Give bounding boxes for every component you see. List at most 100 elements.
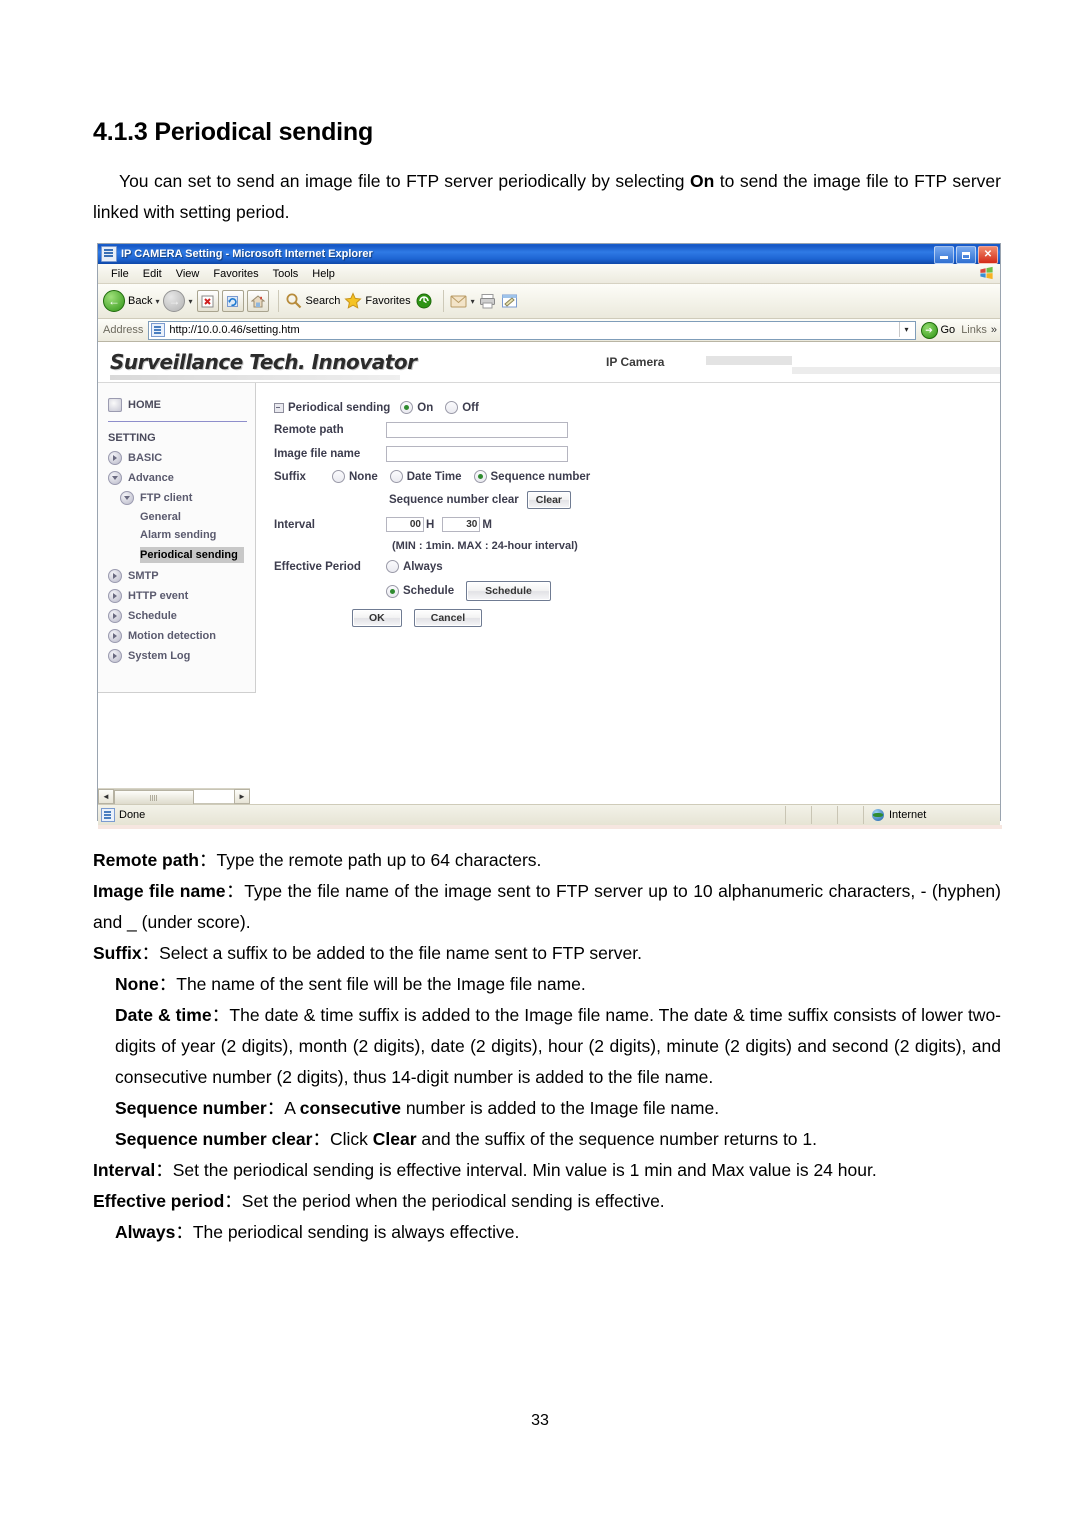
def-text-date-time: The date & time suffix is added to the I… [115, 1005, 1002, 1087]
effective-always-radio[interactable] [386, 560, 399, 573]
minimize-button[interactable] [934, 246, 954, 264]
menu-view[interactable]: View [169, 268, 207, 280]
favorites-button[interactable]: Favorites [344, 292, 411, 310]
sidebar-item-smtp[interactable]: SMTP [98, 566, 255, 586]
browser-titlebar: IP CAMERA Setting - Microsoft Internet E… [98, 244, 1000, 264]
def-colon-5: ： [266, 1098, 285, 1118]
toolbar-overflow-icon[interactable]: » [991, 324, 997, 336]
definition-always: Always：The periodical sending is always … [93, 1217, 1001, 1248]
sidebar-item-ftp-client[interactable]: FTP client [98, 488, 255, 508]
edit-page-icon [501, 294, 517, 308]
sequence-clear-label: Sequence number clear [389, 494, 519, 506]
interval-hours-input[interactable]: 00 [386, 517, 424, 532]
def-colon-0: ： [198, 850, 217, 870]
def-text-interval: Set the periodical sending is effective … [172, 1160, 877, 1180]
menu-tools[interactable]: Tools [266, 268, 306, 280]
scroll-left-icon[interactable]: ◄ [98, 789, 114, 804]
header-decoration-2 [792, 367, 1000, 374]
address-dropdown-icon[interactable]: ▾ [898, 321, 914, 337]
effective-schedule-radio[interactable] [386, 584, 399, 598]
sidebar-item-schedule[interactable]: Schedule [98, 606, 255, 626]
sidebar-item-label-schedule: Schedule [128, 610, 177, 622]
suffix-datetime-radio[interactable] [389, 470, 403, 483]
refresh-button[interactable] [221, 290, 244, 312]
forward-arrow-icon: → [163, 290, 186, 312]
toolbar-separator-1 [277, 290, 279, 312]
history-icon [416, 293, 432, 309]
definition-date-time: Date & time：The date & time suffix is ad… [93, 1000, 1001, 1093]
periodical-off-radio[interactable] [445, 401, 459, 414]
page-icon [151, 323, 166, 337]
periodical-on-radio[interactable] [400, 401, 414, 414]
periodical-off-label: Off [462, 401, 479, 414]
go-label: Go [940, 324, 956, 336]
menu-file[interactable]: File [104, 268, 136, 280]
def-term-interval: Interval [93, 1160, 156, 1180]
suffix-none-radio[interactable] [332, 470, 345, 483]
sidebar-item-alarm-sending[interactable]: Alarm sending [98, 526, 255, 544]
cancel-button[interactable]: Cancel [413, 609, 483, 627]
edit-button[interactable] [501, 293, 519, 309]
sidebar-item-basic[interactable]: BASIC [98, 448, 255, 468]
sidebar-item-label-basic: BASIC [128, 452, 163, 464]
interval-minutes-input[interactable]: 30 [442, 517, 481, 532]
def-text-seqclear-b: Clear [372, 1129, 417, 1149]
menu-edit[interactable]: Edit [136, 268, 169, 280]
print-button[interactable] [479, 293, 497, 309]
image-file-name-row: Image file name [274, 446, 1000, 462]
status-page-icon [101, 808, 115, 822]
history-button[interactable] [415, 292, 433, 310]
mail-button[interactable]: ▾ [450, 293, 475, 309]
chevron-down-icon-forward[interactable]: ▾ [188, 297, 192, 306]
def-term-image-file-name: Image file name [93, 881, 226, 901]
chevron-down-icon-mail[interactable]: ▾ [471, 297, 475, 306]
effective-schedule-label: Schedule [403, 585, 455, 597]
expander-down-icon [108, 471, 122, 485]
horizontal-scrollbar[interactable]: ◄ ► [98, 788, 250, 804]
scrollbar-track[interactable] [114, 789, 234, 804]
periodical-sending-row: Periodical sending On Off [274, 401, 1000, 414]
sidebar-item-advance[interactable]: Advance [98, 468, 255, 488]
sidebar-item-general[interactable]: General [98, 508, 255, 526]
clear-button[interactable]: Clear [526, 491, 572, 509]
forward-button[interactable]: → ▾ [163, 290, 193, 312]
image-file-name-input[interactable] [386, 446, 568, 462]
sidebar-item-motion-detection[interactable]: Motion detection [98, 626, 255, 646]
links-button[interactable]: Links [961, 324, 987, 336]
sidebar-item-home[interactable]: HOME [98, 395, 255, 418]
def-colon-9: ： [175, 1222, 193, 1242]
expander-right-icon-schedule [108, 609, 122, 623]
remote-path-input[interactable] [386, 422, 568, 438]
sidebar-item-periodical-sending[interactable]: Periodical sending [98, 544, 255, 566]
page-content: HOME SETTING BASIC Advance FTP client Ge… [98, 383, 1000, 693]
go-button[interactable]: ➔ Go [920, 321, 956, 339]
chevron-down-icon[interactable]: ▾ [155, 297, 159, 306]
sidebar-item-http-event[interactable]: HTTP event [98, 586, 255, 606]
menu-help[interactable]: Help [305, 268, 342, 280]
home-icon [108, 398, 122, 412]
status-text: Done [119, 809, 146, 821]
back-button[interactable]: ← Back ▾ [103, 290, 159, 312]
scroll-right-icon[interactable]: ► [234, 789, 250, 804]
scrollbar-thumb[interactable] [114, 790, 194, 804]
home-button[interactable] [246, 290, 269, 312]
definition-remote-path: Remote path：Type the remote path up to 6… [93, 845, 1001, 876]
go-arrow-icon: ➔ [920, 321, 938, 339]
address-input[interactable]: http://10.0.0.46/setting.htm ▾ [148, 320, 916, 340]
def-text-always: The periodical sending is always effecti… [192, 1222, 520, 1242]
intro-text-a: You can set to send an image file to FTP… [119, 171, 690, 191]
close-button[interactable]: ✕ [978, 246, 998, 264]
suffix-sequence-radio[interactable] [473, 470, 487, 483]
maximize-button[interactable] [956, 246, 976, 264]
interval-label: Interval [274, 518, 315, 531]
menu-bar: File Edit View Favorites Tools Help [98, 264, 1000, 284]
collapse-box-icon[interactable] [274, 402, 284, 413]
ok-button[interactable]: OK [352, 609, 402, 627]
schedule-button[interactable]: Schedule [466, 581, 551, 601]
page-title: 4.1.3 Periodical sending [93, 118, 374, 146]
search-button[interactable]: Search [285, 292, 340, 310]
interval-minutes-unit: M [482, 518, 492, 531]
stop-button[interactable] [196, 290, 219, 312]
sidebar-item-system-log[interactable]: System Log [98, 646, 255, 666]
menu-favorites[interactable]: Favorites [206, 268, 265, 280]
